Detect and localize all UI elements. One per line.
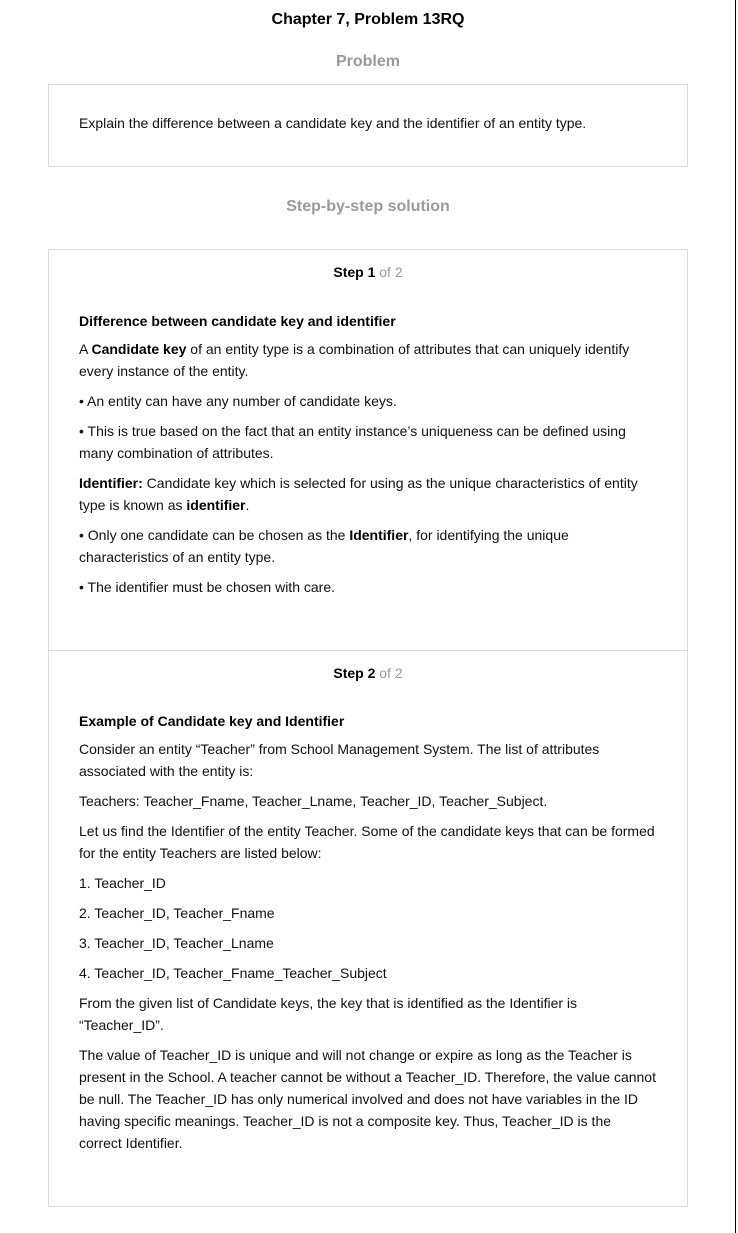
step-2-count: of 2 <box>379 665 403 681</box>
step-2-panel: Step 2 of 2 Example of Candidate key and… <box>49 651 687 1154</box>
problem-text: Explain the difference between a candida… <box>79 115 587 131</box>
step-1-bullet: • The identifier must be chosen with car… <box>79 579 335 595</box>
step-2-header: Step 2 of 2 <box>49 663 687 683</box>
step-2-list-item: 2. Teacher_ID, Teacher_Fname <box>79 905 275 921</box>
step-2-list-item: 1. Teacher_ID <box>79 875 166 891</box>
solution-section-heading: Step-by-step solution <box>286 198 450 215</box>
step-1-paragraph: Identifier: Candidate key which is selec… <box>79 475 638 513</box>
step-2-paragraph: Consider an entity “Teacher” from School… <box>79 741 600 779</box>
step-2-list-item: 4. Teacher_ID, Teacher_Fname_Teacher_Sub… <box>79 965 387 981</box>
step-2-heading: Example of Candidate key and Identifier <box>79 713 345 729</box>
step-2-label: Step 2 <box>333 665 376 681</box>
step-2-body: Example of Candidate key and Identifier … <box>49 711 687 1154</box>
step-2-paragraph: From the given list of Candidate keys, t… <box>79 995 578 1033</box>
solution-box: Step 1 of 2 Difference between candidate… <box>48 249 688 1207</box>
problem-box: Explain the difference between a candida… <box>48 84 688 167</box>
page-title: Chapter 7, Problem 13RQ <box>271 11 465 28</box>
step-2-paragraph: Let us find the Identifier of the entity… <box>79 823 655 861</box>
step-1-bullet: • An entity can have any number of candi… <box>79 393 397 409</box>
step-1-heading: Difference between candidate key and ide… <box>79 313 396 329</box>
step-1-label: Step 1 <box>333 264 376 280</box>
right-edge-rule <box>735 0 736 1233</box>
step-1-bullet: • Only one candidate can be chosen as th… <box>79 527 569 565</box>
step-2-paragraph: Teachers: Teacher_Fname, Teacher_Lname, … <box>79 793 548 809</box>
step-1-header: Step 1 of 2 <box>49 262 687 282</box>
problem-section-heading: Problem <box>335 53 400 70</box>
step-1-bullet: • This is true based on the fact that an… <box>79 423 626 461</box>
step-1-body: Difference between candidate key and ide… <box>49 311 687 598</box>
step-2-paragraph: The value of Teacher_ID is unique and wi… <box>79 1047 656 1151</box>
step-2-list-item: 3. Teacher_ID, Teacher_Lname <box>79 935 274 951</box>
step-1-paragraph: A Candidate key of an entity type is a c… <box>79 341 630 379</box>
step-1-panel: Step 1 of 2 Difference between candidate… <box>49 250 687 650</box>
step-1-count: of 2 <box>379 264 403 280</box>
